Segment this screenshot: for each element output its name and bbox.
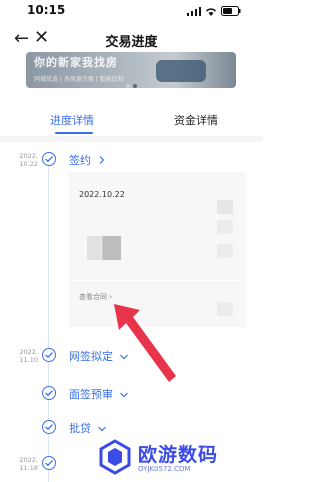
redacted-block [217, 302, 233, 316]
check-circle-icon [42, 420, 56, 434]
watermark-site: OYJK0572.COM [138, 465, 191, 473]
chevron-right-icon [99, 156, 104, 164]
tab-bar: 进度详情 资金详情 [0, 104, 263, 136]
check-circle-icon [42, 152, 56, 166]
banner-subtitle: 同城优选 | 多房源方案 | 智能比较 [34, 76, 124, 83]
banner-pager [126, 84, 137, 88]
redacted-block [217, 200, 233, 214]
active-tab-indicator [55, 132, 93, 134]
watermark-logo-icon [99, 439, 131, 475]
status-icons [187, 6, 241, 16]
step-sign-contract[interactable]: 签约 [69, 152, 105, 168]
battery-icon [221, 6, 241, 16]
step-loan-approval[interactable]: 批贷 [69, 420, 106, 436]
card-separator [69, 280, 246, 281]
pager-dot-active [133, 84, 137, 88]
pointer-arrow-icon [114, 304, 176, 382]
step-date: 2022. 10.22 [19, 152, 38, 168]
pager-dot [126, 84, 130, 88]
redacted-block [217, 220, 233, 234]
check-circle-icon [42, 456, 56, 470]
banner-title: 你的新家我找房 [34, 56, 118, 69]
step-date: 2022. 11.10 [19, 348, 38, 364]
chevron-down-icon [97, 426, 106, 432]
contract-date: 2022.10.22 [79, 190, 125, 199]
watermark: 欧游数码 OYJK0572.COM [96, 438, 256, 478]
status-time: 10:15 [27, 3, 66, 17]
nav-bar: ← ✕ 交易进度 [0, 26, 263, 54]
tab-progress-details[interactable]: 进度详情 [50, 112, 94, 128]
banner[interactable]: 你的新家我找房 同城优选 | 多房源方案 | 智能比较 [26, 52, 236, 88]
wifi-icon [206, 7, 216, 16]
redacted-block [217, 244, 233, 258]
chevron-down-icon [119, 392, 128, 398]
tab-funds-details[interactable]: 资金详情 [174, 112, 218, 128]
banner-sofa-image [156, 60, 206, 82]
page-title: 交易进度 [105, 35, 158, 50]
redacted-block [87, 236, 121, 260]
step-date: 2022. 11.18 [19, 456, 38, 472]
step-interview-precheck[interactable]: 面签预审 [69, 386, 128, 402]
signal-icon [187, 6, 201, 16]
check-circle-icon [42, 386, 56, 400]
check-circle-icon [42, 348, 56, 362]
watermark-title: 欧游数码 [138, 444, 219, 466]
status-bar: 10:15 [0, 0, 263, 22]
